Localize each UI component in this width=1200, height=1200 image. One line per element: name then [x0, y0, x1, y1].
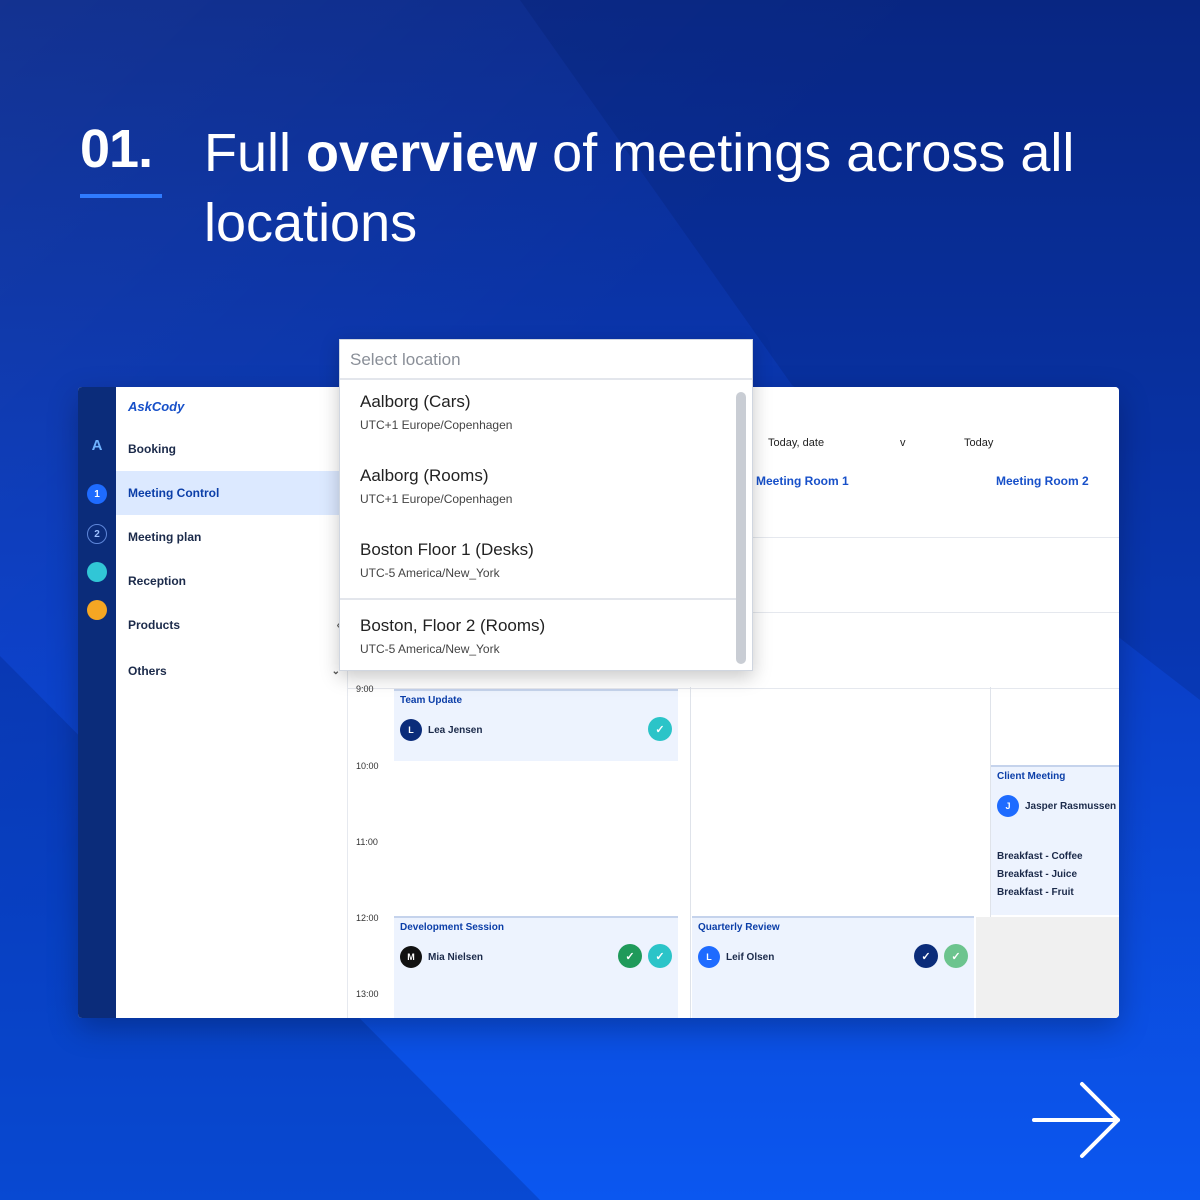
- location-dropdown: Select location Aalborg (Cars) UTC+1 Eur…: [339, 339, 753, 671]
- catering-note: Breakfast - Fruit: [997, 887, 1074, 898]
- avatar: L: [400, 719, 422, 741]
- organizer-name: Jasper Rasmussen: [1025, 800, 1117, 812]
- app-logo-icon[interactable]: A: [87, 435, 107, 455]
- unavailable-zone: [976, 917, 1119, 1018]
- column-header: Meeting Room 2: [996, 474, 1089, 488]
- check-icon[interactable]: ✓: [648, 944, 672, 968]
- location-timezone: UTC+1 Europe/Copenhagen: [360, 492, 513, 506]
- title-prefix: Full: [204, 123, 307, 183]
- time-label: 12:00: [356, 913, 379, 923]
- arrow-right-icon[interactable]: [1032, 1080, 1124, 1160]
- date-label: Today, date: [768, 437, 825, 449]
- sidebar-item-booking[interactable]: Booking: [116, 427, 348, 471]
- sidebar-item-others[interactable]: Others ⌄: [116, 649, 348, 693]
- service-icons: ✓ ✓: [914, 944, 968, 968]
- location-name: Boston Floor 1 (Desks): [360, 540, 534, 559]
- sidebar-item-label: Others: [128, 664, 167, 678]
- meeting-title: Team Update: [400, 695, 463, 706]
- meeting-card[interactable]: Development Session M Mia Nielsen ✓ ✓: [394, 916, 678, 1018]
- meeting-title: Quarterly Review: [698, 922, 780, 933]
- date-dropdown[interactable]: v: [900, 437, 906, 449]
- location-name: Aalborg (Rooms): [360, 466, 489, 485]
- meeting-card[interactable]: Quarterly Review L Leif Olsen ✓ ✓: [692, 916, 974, 1018]
- meeting-organizer: M Mia Nielsen: [400, 946, 483, 968]
- sidebar-item-label: Reception: [128, 574, 187, 588]
- time-label: 9:00: [356, 684, 374, 694]
- location-option[interactable]: Aalborg (Rooms) UTC+1 Europe/Copenhagen: [340, 466, 735, 506]
- rail-status-icon[interactable]: [87, 562, 107, 582]
- sidebar-item-reception[interactable]: Reception: [116, 559, 348, 603]
- sidebar-item-meeting-plan[interactable]: Meeting plan: [116, 515, 348, 559]
- meeting-organizer: J Jasper Rasmussen: [997, 795, 1116, 817]
- avatar: M: [400, 946, 422, 968]
- brand-name: AskCody: [128, 399, 185, 414]
- service-icons: ✓: [648, 717, 672, 741]
- rail-badge-icon[interactable]: 1: [87, 484, 107, 504]
- sidebar-item-label: Booking: [128, 442, 176, 456]
- location-search-input[interactable]: Select location: [340, 340, 752, 380]
- meeting-title: Development Session: [400, 922, 504, 933]
- meeting-card[interactable]: Team Update L Lea Jensen ✓: [394, 689, 678, 761]
- avatar: L: [698, 946, 720, 968]
- check-icon[interactable]: ✓: [618, 944, 642, 968]
- organizer-name: Lea Jensen: [428, 724, 483, 736]
- location-timezone: UTC+1 Europe/Copenhagen: [360, 418, 513, 432]
- sidebar-item-meeting-control[interactable]: Meeting Control: [116, 471, 348, 515]
- avatar: J: [997, 795, 1019, 817]
- rail-status-icon[interactable]: [87, 600, 107, 620]
- title-bold: overview: [306, 123, 538, 183]
- meeting-title: Client Meeting: [997, 771, 1066, 782]
- organizer-name: Leif Olsen: [726, 951, 775, 963]
- location-option[interactable]: Aalborg (Cars) UTC+1 Europe/Copenhagen: [340, 392, 735, 432]
- sidebar-item-products[interactable]: Products‹: [116, 603, 348, 647]
- meeting-organizer: L Lea Jensen: [400, 719, 482, 741]
- location-timezone: UTC-5 America/New_York: [360, 566, 500, 580]
- check-icon[interactable]: ✓: [914, 944, 938, 968]
- location-name: Aalborg (Cars): [360, 392, 471, 411]
- catering-note: Breakfast - Coffee: [997, 851, 1083, 862]
- rail-badge-icon[interactable]: 2: [87, 524, 107, 544]
- column-divider: [690, 687, 691, 1018]
- organizer-name: Mia Nielsen: [428, 951, 484, 963]
- sidebar-item-label: Meeting plan: [128, 530, 202, 544]
- time-label: 10:00: [356, 761, 379, 771]
- option-divider: [340, 598, 736, 600]
- meeting-organizer: L Leif Olsen: [698, 946, 774, 968]
- service-icons: ✓ ✓: [618, 944, 672, 968]
- slide-number: 01.: [80, 119, 153, 179]
- time-label: 13:00: [356, 989, 379, 999]
- dropdown-scrollbar[interactable]: [736, 392, 746, 664]
- slide-number-underline: [80, 194, 162, 198]
- nav-rail: A 1 2: [78, 387, 116, 1018]
- meeting-card[interactable]: Client Meeting J Jasper Rasmussen Breakf…: [991, 765, 1119, 915]
- sidebar-item-label: Meeting Control: [128, 486, 220, 500]
- location-option[interactable]: Boston, Floor 2 (Rooms) UTC-5 America/Ne…: [340, 616, 735, 656]
- location-option[interactable]: Boston Floor 1 (Desks) UTC-5 America/New…: [340, 540, 735, 580]
- sidebar: AskCody Booking Meeting Control Meeting …: [116, 387, 348, 1018]
- location-name: Boston, Floor 2 (Rooms): [360, 616, 546, 635]
- location-timezone: UTC-5 America/New_York: [360, 642, 500, 656]
- check-icon[interactable]: ✓: [648, 717, 672, 741]
- slide-title: Full overview of meetings across all loc…: [204, 118, 1104, 258]
- column-header: Meeting Room 1: [756, 474, 849, 488]
- today-button[interactable]: Today: [964, 437, 993, 449]
- time-label: 11:00: [356, 837, 378, 847]
- sidebar-item-label: Products: [128, 618, 181, 632]
- check-icon[interactable]: ✓: [944, 944, 968, 968]
- catering-note: Breakfast - Juice: [997, 869, 1078, 880]
